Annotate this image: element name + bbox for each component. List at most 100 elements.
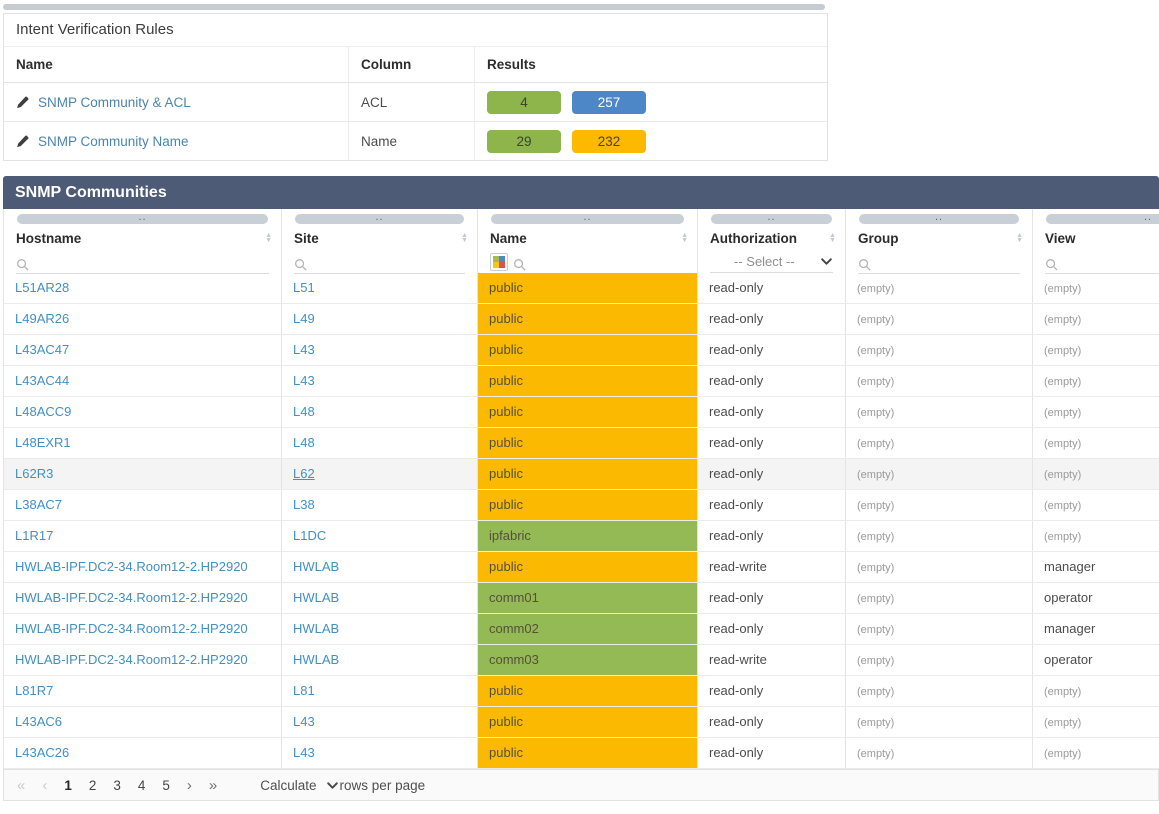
page-button[interactable]: 3	[113, 778, 121, 793]
drag-dots-icon: ..	[767, 211, 775, 223]
sort-icon[interactable]: ▲▼	[1016, 233, 1023, 243]
sort-icon[interactable]: ▲▼	[829, 233, 836, 243]
column-drag-handle[interactable]: ..	[17, 214, 268, 224]
authorization-value: read-write	[709, 652, 767, 667]
column-header: .. Group ▲▼	[846, 209, 1033, 273]
column-drag-handle[interactable]: ..	[1046, 214, 1159, 224]
sort-icon[interactable]: ▲▼	[681, 233, 688, 243]
site-link[interactable]: HWLAB	[293, 590, 339, 605]
site-link[interactable]: L51	[293, 280, 315, 295]
community-name-cell: comm03	[478, 645, 697, 675]
group-value: (empty)	[857, 562, 894, 574]
hostname-link[interactable]: HWLAB-IPF.DC2-34.Room12-2.HP2920	[15, 652, 248, 667]
table-row: L1R17 L1DC ipfabric read-only (empty) (e…	[4, 521, 1159, 552]
hostname-link[interactable]: L38AC7	[15, 497, 62, 512]
intent-table-body: SNMP Community & ACL ACL 4 257 SNMP Comm…	[4, 83, 827, 160]
group-value: (empty)	[857, 283, 894, 295]
community-name-cell: public	[478, 707, 697, 737]
filter-search-input[interactable]	[294, 250, 465, 274]
hostname-link[interactable]: HWLAB-IPF.DC2-34.Room12-2.HP2920	[15, 559, 248, 574]
site-link[interactable]: L62	[293, 466, 315, 481]
site-link[interactable]: L43	[293, 745, 315, 760]
community-name-cell: public	[478, 738, 697, 768]
column-drag-handle[interactable]: ..	[295, 214, 464, 224]
group-value: (empty)	[857, 469, 894, 481]
site-link[interactable]: HWLAB	[293, 559, 339, 574]
intent-rule-link[interactable]: SNMP Community Name	[38, 134, 189, 149]
table-row: L43AC47 L43 public read-only (empty) (em…	[4, 335, 1159, 366]
hostname-link[interactable]: HWLAB-IPF.DC2-34.Room12-2.HP2920	[15, 621, 248, 636]
edit-pencil-icon[interactable]	[16, 135, 29, 148]
hostname-link[interactable]: L51AR28	[15, 280, 69, 295]
color-palette-filter-icon[interactable]	[490, 253, 508, 271]
hostname-link[interactable]: L81R7	[15, 683, 53, 698]
filter-select[interactable]: -- Select --	[710, 251, 833, 273]
community-name-cell: public	[478, 304, 697, 334]
site-link[interactable]: L48	[293, 404, 315, 419]
intent-result-badge-green[interactable]: 4	[487, 91, 561, 114]
view-value: operator	[1044, 590, 1092, 605]
column-drag-handle[interactable]: ..	[711, 214, 832, 224]
hostname-link[interactable]: L1R17	[15, 528, 53, 543]
community-name-cell: comm01	[478, 583, 697, 613]
site-link[interactable]: HWLAB	[293, 652, 339, 667]
authorization-value: read-write	[709, 559, 767, 574]
hostname-link[interactable]: L43AC44	[15, 373, 69, 388]
site-link[interactable]: HWLAB	[293, 621, 339, 636]
top-scrollbar[interactable]	[3, 4, 825, 10]
hostname-link[interactable]: L43AC47	[15, 342, 69, 357]
sort-icon[interactable]: ▲▼	[461, 233, 468, 243]
first-page-button[interactable]: «	[17, 777, 25, 794]
site-link[interactable]: L48	[293, 435, 315, 450]
site-link[interactable]: L43	[293, 714, 315, 729]
column-label[interactable]: Group	[858, 231, 899, 246]
group-value: (empty)	[857, 531, 894, 543]
last-page-button[interactable]: »	[209, 777, 217, 794]
column-header: .. Authorization ▲▼ -- Select --	[698, 209, 846, 273]
page-button[interactable]: 5	[162, 778, 170, 793]
community-name-cell: public	[478, 459, 697, 489]
page-button[interactable]: 4	[138, 778, 146, 793]
filter-search-input[interactable]	[858, 250, 1020, 274]
column-label[interactable]: Name	[490, 231, 527, 246]
page-button[interactable]: 1	[64, 778, 72, 793]
sort-icon[interactable]: ▲▼	[265, 233, 272, 243]
rows-per-page-select[interactable]: Calculate	[260, 778, 338, 793]
site-link[interactable]: L43	[293, 373, 315, 388]
column-header: .. Hostname ▲▼	[4, 209, 282, 273]
column-label[interactable]: Site	[294, 231, 319, 246]
intent-result-badge-total[interactable]: 232	[572, 130, 646, 153]
filter-search-input[interactable]	[513, 250, 685, 274]
page-button[interactable]: 2	[89, 778, 97, 793]
hostname-link[interactable]: HWLAB-IPF.DC2-34.Room12-2.HP2920	[15, 590, 248, 605]
prev-page-button[interactable]: ‹	[42, 777, 47, 794]
drag-dots-icon: ..	[935, 211, 943, 223]
site-link[interactable]: L38	[293, 497, 315, 512]
next-page-button[interactable]: ›	[187, 777, 192, 794]
hostname-link[interactable]: L62R3	[15, 466, 53, 481]
intent-result-badge-green[interactable]: 29	[487, 130, 561, 153]
column-label[interactable]: View	[1045, 231, 1076, 246]
filter-search-input[interactable]	[1045, 250, 1159, 274]
hostname-link[interactable]: L49AR26	[15, 311, 69, 326]
column-drag-handle[interactable]: ..	[859, 214, 1019, 224]
group-value: (empty)	[857, 500, 894, 512]
hostname-link[interactable]: L48ACC9	[15, 404, 71, 419]
intent-rule-link[interactable]: SNMP Community & ACL	[38, 95, 191, 110]
column-drag-handle[interactable]: ..	[491, 214, 684, 224]
site-link[interactable]: L81	[293, 683, 315, 698]
view-value: (empty)	[1044, 531, 1081, 543]
filter-search-input[interactable]	[16, 250, 269, 274]
site-link[interactable]: L49	[293, 311, 315, 326]
view-value: (empty)	[1044, 717, 1081, 729]
hostname-link[interactable]: L48EXR1	[15, 435, 71, 450]
intent-col-results: Results	[475, 47, 827, 82]
site-link[interactable]: L43	[293, 342, 315, 357]
hostname-link[interactable]: L43AC26	[15, 745, 69, 760]
site-link[interactable]: L1DC	[293, 528, 326, 543]
column-label[interactable]: Hostname	[16, 231, 81, 246]
edit-pencil-icon[interactable]	[16, 96, 29, 109]
hostname-link[interactable]: L43AC6	[15, 714, 62, 729]
intent-result-badge-total[interactable]: 257	[572, 91, 646, 114]
column-label[interactable]: Authorization	[710, 231, 797, 246]
